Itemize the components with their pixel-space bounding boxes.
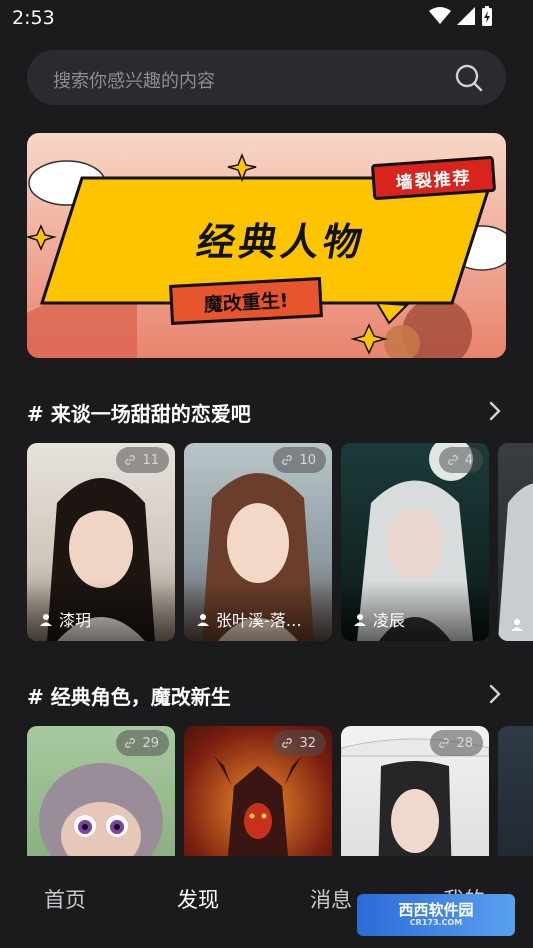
card-name-row: 张叶溪-落… <box>196 607 302 631</box>
card-name: 张叶溪-落… <box>216 611 302 630</box>
card-count-value: 28 <box>456 735 473 751</box>
link-icon <box>282 738 293 748</box>
user-icon <box>511 619 523 631</box>
card-link-count: 28 <box>430 730 483 756</box>
nav-messages[interactable]: 消息 <box>310 884 352 914</box>
character-card[interactable]: 29 <box>27 726 175 856</box>
user-icon <box>197 614 209 626</box>
search-input[interactable]: 搜索你感兴趣的内容 <box>27 50 506 105</box>
watermark-logo: 西西软件园 CR173.COM <box>357 894 515 936</box>
search-icon[interactable] <box>454 63 484 93</box>
character-card[interactable]: 28 <box>341 726 489 856</box>
status-icons <box>429 6 493 26</box>
nav-home[interactable]: 首页 <box>44 884 86 914</box>
nav-discover[interactable]: 发现 <box>177 884 219 914</box>
link-icon <box>447 455 458 465</box>
card-count-value: 10 <box>299 452 316 468</box>
chevron-right-icon[interactable] <box>488 400 502 422</box>
card-name: 漆玥 <box>59 611 92 630</box>
link-icon <box>125 738 136 748</box>
signal-icon <box>457 7 475 25</box>
card-link-count: 29 <box>116 730 169 756</box>
status-time: 2:53 <box>12 7 55 29</box>
status-bar: 2:53 <box>0 0 533 38</box>
section-header-romance[interactable]: # 来谈一场甜甜的恋爱吧 <box>27 396 506 426</box>
cards-row-romance: 11 漆玥 10 张叶溪-落… 4 凌辰 <box>27 443 533 641</box>
user-icon <box>40 614 52 626</box>
banner-title: 经典人物 <box>193 220 370 264</box>
character-portrait <box>498 483 533 641</box>
banner-subtitle: 魔改重生! <box>169 277 323 325</box>
link-icon <box>282 455 293 465</box>
character-card[interactable]: 10 张叶溪-落… <box>184 443 332 641</box>
battery-charging-icon <box>482 6 492 26</box>
character-card[interactable] <box>498 443 533 641</box>
watermark-text: 西西软件园 <box>398 901 474 920</box>
bottom-nav: 首页 发现 消息 我的 西西软件园 CR173.COM <box>0 856 533 948</box>
character-card[interactable]: 4 凌辰 <box>341 443 489 641</box>
card-link-count: 11 <box>116 447 169 473</box>
section-header-classic[interactable]: # 经典角色，魔改新生 <box>27 679 506 709</box>
character-card[interactable] <box>498 726 533 856</box>
chevron-right-icon[interactable] <box>488 683 502 705</box>
watermark-url: CR173.COM <box>409 917 463 927</box>
card-link-count: 10 <box>273 447 326 473</box>
card-count-value: 29 <box>142 735 159 751</box>
link-icon <box>125 455 136 465</box>
card-name-row: 凌辰 <box>353 607 405 631</box>
wifi-icon <box>429 7 451 24</box>
card-count-value: 32 <box>299 735 316 751</box>
card-name-row: 漆玥 <box>39 607 91 631</box>
character-card[interactable]: 11 漆玥 <box>27 443 175 641</box>
card-name-row <box>510 617 524 631</box>
section-title: # 经典角色，魔改新生 <box>27 685 231 709</box>
user-icon <box>354 614 366 626</box>
card-link-count: 32 <box>273 730 326 756</box>
cards-row-classic: 29 32 28 <box>27 726 533 856</box>
search-placeholder: 搜索你感兴趣的内容 <box>53 71 215 92</box>
promo-banner[interactable]: 墙裂推荐 经典人物 魔改重生! <box>27 133 506 358</box>
card-name: 凌辰 <box>373 611 406 630</box>
character-card[interactable]: 32 <box>184 726 332 856</box>
section-title: # 来谈一场甜甜的恋爱吧 <box>27 402 251 426</box>
card-count-value: 4 <box>464 452 473 468</box>
link-icon <box>439 738 450 748</box>
card-link-count: 4 <box>438 447 483 473</box>
card-count-value: 11 <box>142 452 159 468</box>
